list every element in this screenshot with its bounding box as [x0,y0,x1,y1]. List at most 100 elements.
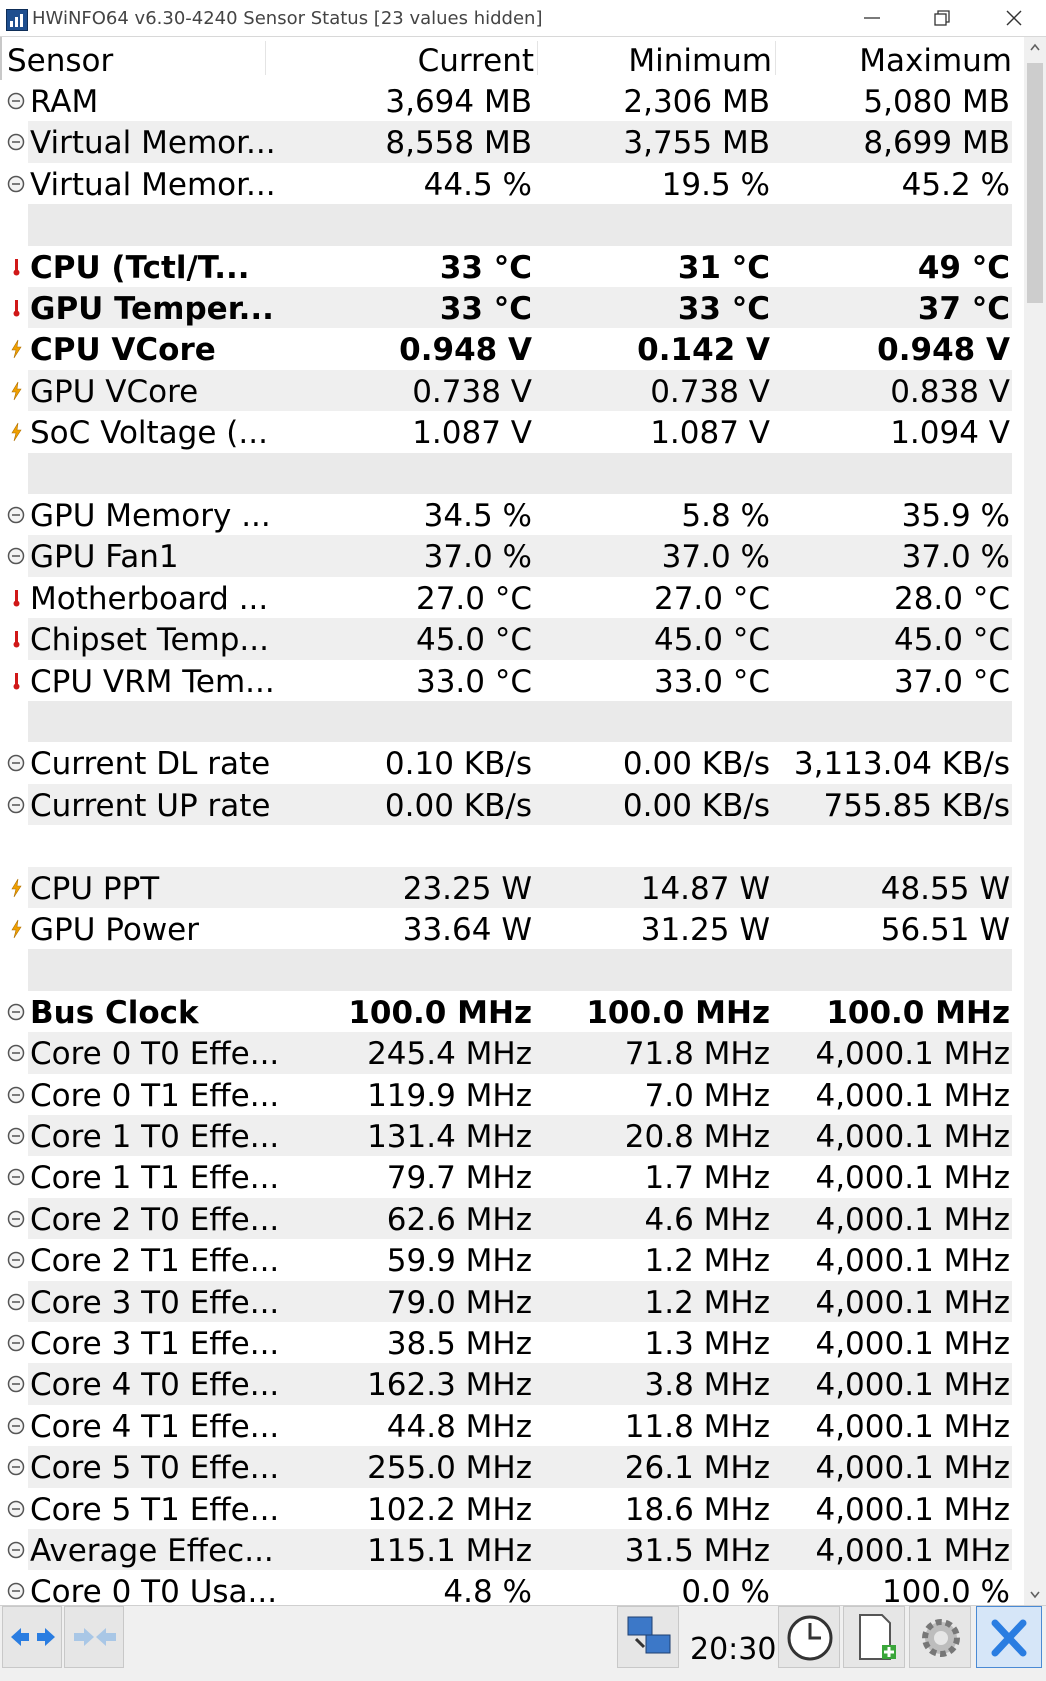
minimum-value: 37.0 % [661,539,770,576]
sensor-row[interactable]: GPU VCore 0.738 V 0.738 V 0.838 V [0,369,1012,412]
sensor-name: GPU Memory ... [30,498,271,534]
sensor-row[interactable]: Current UP rate 0.00 KB/s 0.00 KB/s 755.85 … [0,783,1012,826]
column-header-minimum[interactable]: Minimum [628,37,772,80]
sensor-row[interactable]: Current DL rate 0.10 KB/s 0.00 KB/s 3,113.0… [0,742,1012,783]
sensor-circle-icon [6,1416,26,1436]
sensor-row[interactable]: Core 4 T1 Effe... 44.8 MHz 11.8 MHz 4,000.1… [0,1405,1012,1446]
sensor-row[interactable]: Chipset Temp... 45.0 °C 45.0 °C 45.0 °C [0,618,1012,660]
sensor-row[interactable]: Average Effec... 115.1 MHz 31.5 MHz 4,000.1… [0,1529,1012,1571]
timer-button[interactable] [778,1606,840,1668]
minimum-value: 11.8 MHz [624,1408,770,1445]
settings-button[interactable] [909,1606,971,1668]
sensor-row[interactable]: Core 2 T1 Effe... 59.9 MHz 1.2 MHz 4,000.1 … [0,1239,1012,1280]
sensor-name: Virtual Memor... [30,125,276,162]
maximum-value: 45.0 °C [893,622,1010,659]
current-value: 38.5 MHz [386,1326,532,1362]
sensor-row[interactable]: CPU (Tctl/T... 33 °C 31 °C 49 °C [0,246,1012,287]
sensor-row[interactable]: SoC Voltage (... 1.087 V 1.087 V 1.094 V [0,411,1012,452]
sensor-row[interactable]: Core 3 T1 Effe... 38.5 MHz 1.3 MHz 4,000.1 … [0,1322,1012,1363]
close-sensors-button[interactable] [976,1606,1042,1668]
report-button[interactable] [843,1606,905,1668]
maximum-value: 4,000.1 MHz [815,1491,1010,1528]
sensor-name: Bus Clock [30,994,199,1031]
current-value: 44.8 MHz [386,1408,532,1445]
sensor-row[interactable]: CPU VRM Tem... 33.0 °C 33.0 °C 37.0 °C [0,660,1012,701]
minimum-value: 0.00 KB/s [622,787,770,824]
sensor-row[interactable]: Core 5 T1 Effe... 102.2 MHz 18.6 MHz 4,000.… [0,1488,1012,1529]
maximum-value: 100.0 MHz [826,994,1010,1031]
close-x-icon [991,1619,1027,1657]
sensor-row[interactable]: Motherboard ... 27.0 °C 27.0 °C 28.0 °C [0,577,1012,618]
sensor-row[interactable]: GPU Fan1 37.0 % 37.0 % 37.0 % [0,535,1012,578]
sensor-name: CPU (Tctl/T... [30,249,250,286]
nav-arrows-icon [11,1628,55,1646]
current-value: 0.00 KB/s [384,787,532,824]
restore-button[interactable] [910,0,974,36]
maximum-value: 37.0 °C [893,663,1010,700]
scroll-thumb[interactable] [1027,63,1043,303]
vertical-scrollbar[interactable] [1024,37,1046,1605]
scroll-down-arrow[interactable] [1024,1583,1046,1605]
sensor-name: Chipset Temp... [30,622,269,659]
maximum-value: 4,000.1 MHz [815,1450,1010,1487]
current-value: 162.3 MHz [367,1367,532,1404]
report-icon [859,1614,896,1660]
maximum-value: 35.9 % [901,498,1010,534]
thermometer-icon [6,588,26,608]
sensor-row[interactable]: CPU VCore 0.948 V 0.142 V 0.948 V [0,328,1012,369]
maximum-value: 4,000.1 MHz [815,1408,1010,1445]
sensor-row[interactable]: Core 5 T0 Effe... 255.0 MHz 26.1 MHz 4,000.… [0,1446,1012,1488]
sensor-row[interactable]: RAM 3,694 MB 2,306 MB 5,080 MB [0,80,1012,121]
collapse-arrows-button[interactable] [64,1606,124,1668]
maximum-value: 8,699 MB [863,125,1010,162]
sensor-name: Core 5 T1 Effe... [30,1491,280,1528]
current-value: 3,694 MB [385,84,532,120]
sensor-name: Core 4 T0 Effe... [30,1367,280,1404]
maximum-value: 4,000.1 MHz [815,1284,1010,1321]
current-value: 45.0 °C [415,622,532,659]
current-value: 79.0 MHz [386,1284,532,1321]
sensor-row[interactable]: Virtual Memor... 44.5 % 19.5 % 45.2 % [0,163,1012,204]
sensor-name: Core 0 T0 Effe... [30,1036,280,1073]
sensor-row[interactable]: Core 0 T1 Effe... 119.9 MHz 7.0 MHz 4,000.1… [0,1074,1012,1115]
network-button[interactable] [617,1606,679,1668]
scroll-up-arrow[interactable] [1024,37,1046,59]
sensor-row[interactable]: Core 0 T0 Usa... 4.8 % 0.0 % 100.0 % [0,1570,1012,1605]
minimum-value: 0.738 V [650,373,770,410]
current-value: 33 °C [439,249,532,286]
sensor-circle-icon [6,1581,26,1601]
group-separator-row [0,701,1012,743]
maximum-value: 4,000.1 MHz [815,1201,1010,1238]
sensor-name: GPU Temper... [30,291,274,327]
nav-arrows-button[interactable] [2,1606,62,1668]
close-window-button[interactable] [982,0,1046,36]
sensor-row[interactable]: Core 1 T0 Effe... 131.4 MHz 20.8 MHz 4,000.… [0,1115,1012,1157]
sensor-row[interactable]: GPU Temper... 33 °C 33 °C 37 °C [0,287,1012,329]
sensor-row[interactable]: Virtual Memor... 8,558 MB 3,755 MB 8,699 MB [0,121,1012,164]
maximum-value: 49 °C [917,249,1010,286]
sensor-row[interactable]: Core 0 T0 Effe... 245.4 MHz 71.8 MHz 4,000.… [0,1032,1012,1074]
column-header-maximum[interactable]: Maximum [859,37,1012,80]
sensor-row[interactable]: Core 4 T0 Effe... 162.3 MHz 3.8 MHz 4,000.1… [0,1363,1012,1406]
maximum-value: 0.838 V [890,373,1010,410]
minimum-value: 5.8 % [681,498,770,534]
sensor-row[interactable]: Bus Clock 100.0 MHz 100.0 MHz 100.0 MHz [0,991,1012,1032]
sensor-name: Core 2 T0 Effe... [30,1201,280,1238]
sensor-row[interactable]: Core 2 T0 Effe... 62.6 MHz 4.6 MHz 4,000.1 … [0,1197,1012,1240]
thermometer-icon [6,671,26,691]
current-value: 37.0 % [423,539,532,576]
maximum-value: 4,000.1 MHz [815,1243,1010,1280]
sensor-row[interactable]: Core 1 T1 Effe... 79.7 MHz 1.7 MHz 4,000.1 … [0,1156,1012,1197]
sensor-circle-icon [6,1002,26,1022]
minimum-value: 45.0 °C [653,622,770,659]
sensor-row[interactable]: GPU Power 33.64 W 31.25 W 56.51 W [0,908,1012,949]
sensor-circle-icon [6,1167,26,1187]
minimum-value: 3,755 MB [623,125,770,162]
sensor-row[interactable]: Core 3 T0 Effe... 79.0 MHz 1.2 MHz 4,000.1 … [0,1280,1012,1323]
column-header-current[interactable]: Current [418,37,534,80]
column-header-sensor[interactable]: Sensor [7,37,113,80]
sensor-name: Core 3 T1 Effe... [30,1326,280,1362]
sensor-row[interactable]: CPU PPT 23.25 W 14.87 W 48.55 W [0,866,1012,909]
minimize-button[interactable] [840,0,904,36]
sensor-row[interactable]: GPU Memory ... 34.5 % 5.8 % 35.9 % [0,494,1012,535]
